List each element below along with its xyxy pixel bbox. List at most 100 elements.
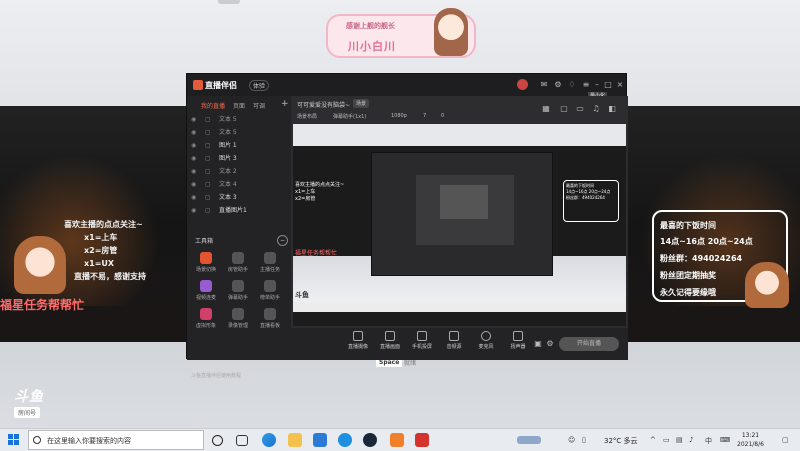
scene-item[interactable]: ◉ ▢ 直播图片1 — [191, 205, 287, 217]
start-live-button[interactable]: 开始直播 — [559, 337, 619, 351]
app-title: 直播伴侣 — [205, 81, 237, 90]
lock-icon[interactable]: ▢ — [205, 179, 219, 191]
layout-chip[interactable]: 场景布局 — [297, 113, 317, 120]
record-icon[interactable]: ▣ — [533, 339, 543, 349]
battery-icon[interactable] — [517, 436, 541, 444]
lock-icon[interactable]: ▢ — [205, 205, 219, 217]
user-tray-icon[interactable]: ☺ — [568, 436, 575, 444]
control-label: 扬声器 — [510, 344, 526, 350]
eye-icon[interactable]: ◉ — [191, 127, 205, 139]
volume-icon[interactable]: ♪ — [689, 436, 693, 444]
scene-badge[interactable]: 场景 — [353, 99, 370, 108]
file-explorer-icon[interactable] — [288, 433, 302, 447]
lock-icon[interactable]: ▢ — [205, 192, 219, 204]
scene-item[interactable]: ◉ ▢ 图片 1 — [191, 140, 287, 152]
cortana-icon[interactable] — [212, 435, 223, 446]
lock-icon[interactable]: ▢ — [205, 140, 219, 152]
tool-video-link[interactable]: 视频连麦 — [191, 280, 221, 301]
mail-icon[interactable] — [313, 433, 327, 447]
eye-icon[interactable]: ◉ — [191, 166, 205, 178]
eye-icon[interactable]: ◉ — [191, 140, 205, 152]
tool-recording[interactable]: 录像管理 — [223, 308, 253, 329]
danmaku-chip[interactable]: 弹幕助手(1x1) — [333, 113, 366, 120]
tool-scene-switch[interactable]: 场景切换 — [191, 252, 221, 273]
maximize-icon[interactable]: □ — [603, 80, 613, 90]
clock[interactable]: 13:21 2021/8/6 — [737, 431, 764, 449]
task-view-icon[interactable] — [236, 435, 248, 446]
tutorial-link[interactable]: 斗鱼直播伴侣使用教程 — [191, 372, 241, 379]
schedule-line4: 永久记得要缘哦 — [660, 288, 716, 297]
camera-button[interactable]: 直播摄像 — [343, 331, 373, 350]
weather[interactable]: 32°C 多云 — [604, 436, 638, 446]
user-avatar[interactable] — [517, 79, 528, 90]
scene-item[interactable]: ◉ ▢ 图片 3 — [191, 153, 287, 165]
version-badge[interactable]: 体验 — [249, 80, 270, 91]
settings-icon[interactable]: ⚙ — [553, 80, 563, 90]
tool-avatar[interactable]: 虚拟形象 — [191, 308, 221, 329]
steam-icon[interactable] — [363, 433, 377, 447]
browser-icon[interactable] — [338, 433, 352, 447]
control-label: 音频源 — [446, 344, 462, 350]
tab-my-live[interactable]: 我的直播 — [201, 101, 225, 110]
eye-icon[interactable]: ◉ — [191, 192, 205, 204]
tool-ranking[interactable]: 榜单助手 — [255, 280, 285, 301]
lock-icon[interactable]: ▢ — [205, 114, 219, 126]
preview-note-line: x1=上车 — [295, 189, 316, 195]
scene-item[interactable]: ◉ ▢ 文本 2 — [191, 166, 287, 178]
speaker-button[interactable]: 扬声器 — [503, 331, 533, 350]
windows-logo-icon — [14, 440, 19, 445]
tab-page[interactable]: 页面 — [233, 101, 245, 110]
eye-icon[interactable]: ◉ — [191, 205, 205, 217]
start-button[interactable] — [8, 434, 20, 446]
app-red-icon[interactable] — [415, 433, 429, 447]
taskbar-search[interactable]: 在这里输入你要搜索的内容 — [28, 430, 204, 450]
scene-label: 图片 3 — [219, 155, 237, 162]
ime-indicator[interactable]: 中 — [705, 436, 712, 446]
tool-danmaku[interactable]: 弹幕助手 — [223, 280, 253, 301]
lock-icon[interactable]: ▢ — [205, 166, 219, 178]
lock-icon[interactable]: ▢ — [205, 153, 219, 165]
eye-icon[interactable]: ◉ — [191, 179, 205, 191]
chevron-up-icon[interactable]: ^ — [650, 436, 656, 444]
tool-room-admin[interactable]: 房管助手 — [223, 252, 253, 273]
add-tab-icon[interactable]: + — [281, 99, 289, 109]
schedule-title: 最喜的下饭时间 — [660, 221, 716, 230]
keyboard-icon[interactable]: ⌨ — [720, 436, 730, 444]
note-line: 直播不易，感谢支持 — [74, 272, 146, 281]
lock-icon[interactable]: ▢ — [205, 127, 219, 139]
microphone-button[interactable]: 麦克风 — [471, 331, 501, 350]
tool-tasks[interactable]: 主播任务 — [255, 252, 285, 273]
notification-icon[interactable]: ▢ — [782, 436, 789, 444]
eye-icon[interactable]: ◉ — [191, 114, 205, 126]
windows-taskbar: 在这里输入你要搜索的内容 ☺ ▯ 32°C 多云 ^ ▭ ▤ ♪ 中 ⌨ 13:… — [0, 428, 800, 451]
screen-capture-button[interactable]: 直播画面 — [375, 331, 405, 350]
shirt-icon[interactable]: ♢ — [567, 80, 577, 90]
message-icon[interactable]: ✉ — [539, 80, 549, 90]
gear-icon[interactable]: ⚙ — [545, 339, 555, 349]
scene-item[interactable]: ◉ ▢ 文本 5 — [191, 127, 287, 139]
screen-tray-icon[interactable]: ▭ — [663, 436, 670, 444]
phone-cast-button[interactable]: 手机投屏 — [407, 331, 437, 350]
menu-icon[interactable]: ≡ — [581, 80, 591, 90]
eye-icon[interactable]: ◉ — [191, 153, 205, 165]
phone-tray-icon[interactable]: ▯ — [582, 436, 586, 444]
room-label: 房间号 — [14, 407, 41, 418]
close-icon[interactable]: × — [615, 80, 625, 90]
network-icon[interactable]: ▤ — [676, 436, 683, 444]
app-orange-icon[interactable] — [390, 433, 404, 447]
edge-icon[interactable] — [262, 433, 276, 447]
scene-label: 文本 5 — [219, 116, 237, 123]
audio-source-button[interactable]: 音频源 — [439, 331, 469, 350]
tool-dashboard[interactable]: 直播看板 — [255, 308, 285, 329]
tab-adjust[interactable]: 可调 — [253, 101, 265, 110]
scene-item[interactable]: ◉ ▢ 文本 4 — [191, 179, 287, 191]
toolbox-collapse-icon[interactable]: − — [277, 235, 288, 246]
sticker-name: 川小白川 — [348, 40, 396, 53]
scene-item[interactable]: ◉ ▢ 文本 5 — [191, 114, 287, 126]
minimize-icon[interactable]: – — [592, 80, 602, 90]
tool-label: 榜单助手 — [259, 295, 280, 301]
stream-preview[interactable]: 喜欢主播的点点关注~ x1=上车 x2=房管 福星任务帮帮忙 最喜的下饭时间 1… — [293, 124, 626, 326]
scene-label: 文本 3 — [219, 194, 237, 201]
search-icon — [33, 436, 41, 444]
scene-item[interactable]: ◉ ▢ 文本 3 — [191, 192, 287, 204]
